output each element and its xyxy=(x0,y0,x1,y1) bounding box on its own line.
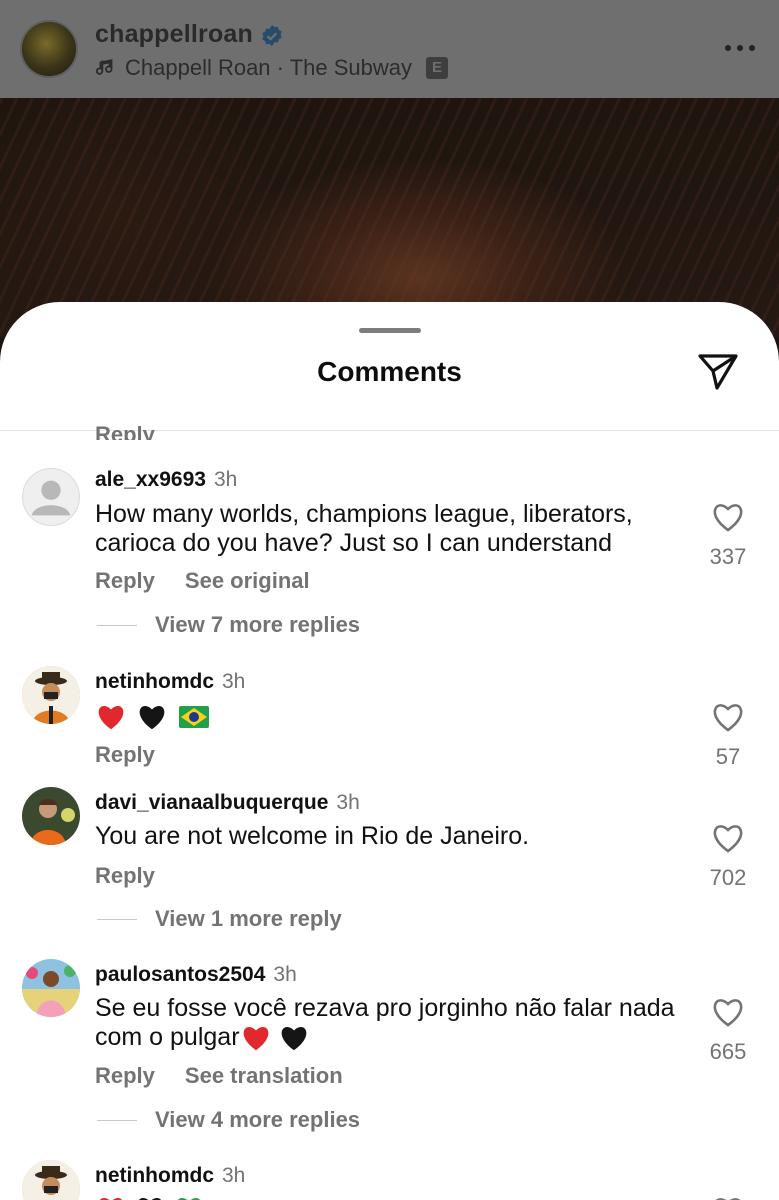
comment-emoji-text xyxy=(95,1194,685,1200)
comment-time: 3h xyxy=(222,670,246,693)
comments-title: Comments xyxy=(317,356,462,387)
like-count: 337 xyxy=(709,544,747,569)
comment-text: Se eu fosse você rezava pro jorginho não… xyxy=(95,994,675,1051)
drag-handle[interactable] xyxy=(359,328,421,333)
more-options-icon[interactable] xyxy=(723,38,757,58)
reply-link[interactable]: Reply xyxy=(95,863,155,889)
photo-avatar[interactable] xyxy=(22,959,80,1017)
see-original-link[interactable]: See original xyxy=(185,568,310,594)
view-replies-label[interactable]: View 1 more reply xyxy=(155,906,342,932)
comment-username[interactable]: ale_xx9693 3h xyxy=(95,468,237,492)
divider-line xyxy=(97,1119,137,1121)
cartoon-avatar[interactable] xyxy=(22,1160,80,1200)
post-music[interactable]: Chappell Roan · The Subway E xyxy=(95,55,448,81)
post-username[interactable]: chappellroan xyxy=(95,20,253,49)
cartoon-avatar[interactable] xyxy=(22,666,80,724)
reply-link[interactable]: Reply xyxy=(95,420,155,440)
reply-link[interactable]: Reply xyxy=(95,1063,155,1089)
heart-icon[interactable] xyxy=(711,702,745,732)
heart-icon[interactable] xyxy=(711,997,745,1027)
divider-line xyxy=(97,624,137,626)
comment-username[interactable]: netinhomdc 3h xyxy=(95,1164,245,1188)
comment-time: 3h xyxy=(336,791,360,814)
like-count: 702 xyxy=(709,865,747,890)
view-replies-label[interactable]: View 4 more replies xyxy=(155,1107,360,1133)
comment-actions: Reply xyxy=(95,863,155,889)
like-control xyxy=(707,1196,749,1200)
like-count: 665 xyxy=(709,1039,747,1064)
view-replies-label[interactable]: View 7 more replies xyxy=(155,612,360,638)
black-heart-icon xyxy=(282,1027,307,1051)
red-heart-icon xyxy=(98,706,124,730)
like-control: 337 xyxy=(707,502,749,570)
music-label: Chappell Roan · The Subway xyxy=(125,55,412,80)
like-control: 57 xyxy=(707,702,749,770)
comment-time: 3h xyxy=(222,1164,246,1187)
comment-actions: Reply See original xyxy=(95,568,310,594)
divider-line xyxy=(97,918,137,920)
reply-link[interactable]: Reply xyxy=(95,568,155,594)
post-header: chappellroan Chappell Roan · The Subway … xyxy=(0,0,779,98)
comment-actions: Reply See translation xyxy=(95,1063,343,1089)
profile-avatar[interactable] xyxy=(20,20,78,78)
view-replies-link[interactable]: View 1 more reply xyxy=(97,906,342,932)
black-heart-icon xyxy=(139,1198,161,1200)
comment-text-block: Se eu fosse você rezava pro jorginho não… xyxy=(95,994,695,1053)
explicit-badge: E xyxy=(426,57,448,79)
default-avatar-icon[interactable] xyxy=(22,468,80,526)
reply-link[interactable]: Reply xyxy=(95,742,155,768)
view-replies-link[interactable]: View 7 more replies xyxy=(97,612,360,638)
photo-avatar[interactable] xyxy=(22,787,80,845)
green-heart-icon xyxy=(178,1198,200,1200)
heart-icon[interactable] xyxy=(711,502,745,532)
view-replies-link[interactable]: View 4 more replies xyxy=(97,1107,360,1133)
red-heart-icon xyxy=(243,1027,268,1051)
comment-username[interactable]: netinhomdc 3h xyxy=(95,670,245,694)
brazil-flag-icon xyxy=(178,706,209,729)
comment-time: 3h xyxy=(213,468,238,491)
comments-sheet: Comments Reply ale_xx9693 3h How many wor… xyxy=(0,302,779,1200)
comment-actions: Reply xyxy=(95,742,155,768)
comment-text: How many worlds, champions league, liber… xyxy=(95,500,633,557)
red-heart-icon xyxy=(100,1198,122,1200)
comment-time: 3h xyxy=(273,963,297,986)
heart-icon[interactable] xyxy=(711,823,745,853)
comment-username[interactable]: paulosantos2504 3h xyxy=(95,963,297,987)
heart-icon[interactable] xyxy=(711,1196,745,1200)
comment-emoji-text xyxy=(95,702,685,734)
music-note-icon xyxy=(95,59,113,75)
comment-text: You are not welcome in Rio de Janeiro. xyxy=(95,822,530,850)
like-count: 57 xyxy=(715,744,741,769)
like-control: 665 xyxy=(707,997,749,1065)
black-heart-icon xyxy=(139,706,165,730)
see-translation-link[interactable]: See translation xyxy=(185,1063,343,1089)
verified-badge-icon xyxy=(262,25,282,46)
like-control: 702 xyxy=(707,823,749,891)
share-send-icon[interactable] xyxy=(697,352,739,392)
comment-username[interactable]: davi_vianaalbuquerque 3h xyxy=(95,791,360,815)
